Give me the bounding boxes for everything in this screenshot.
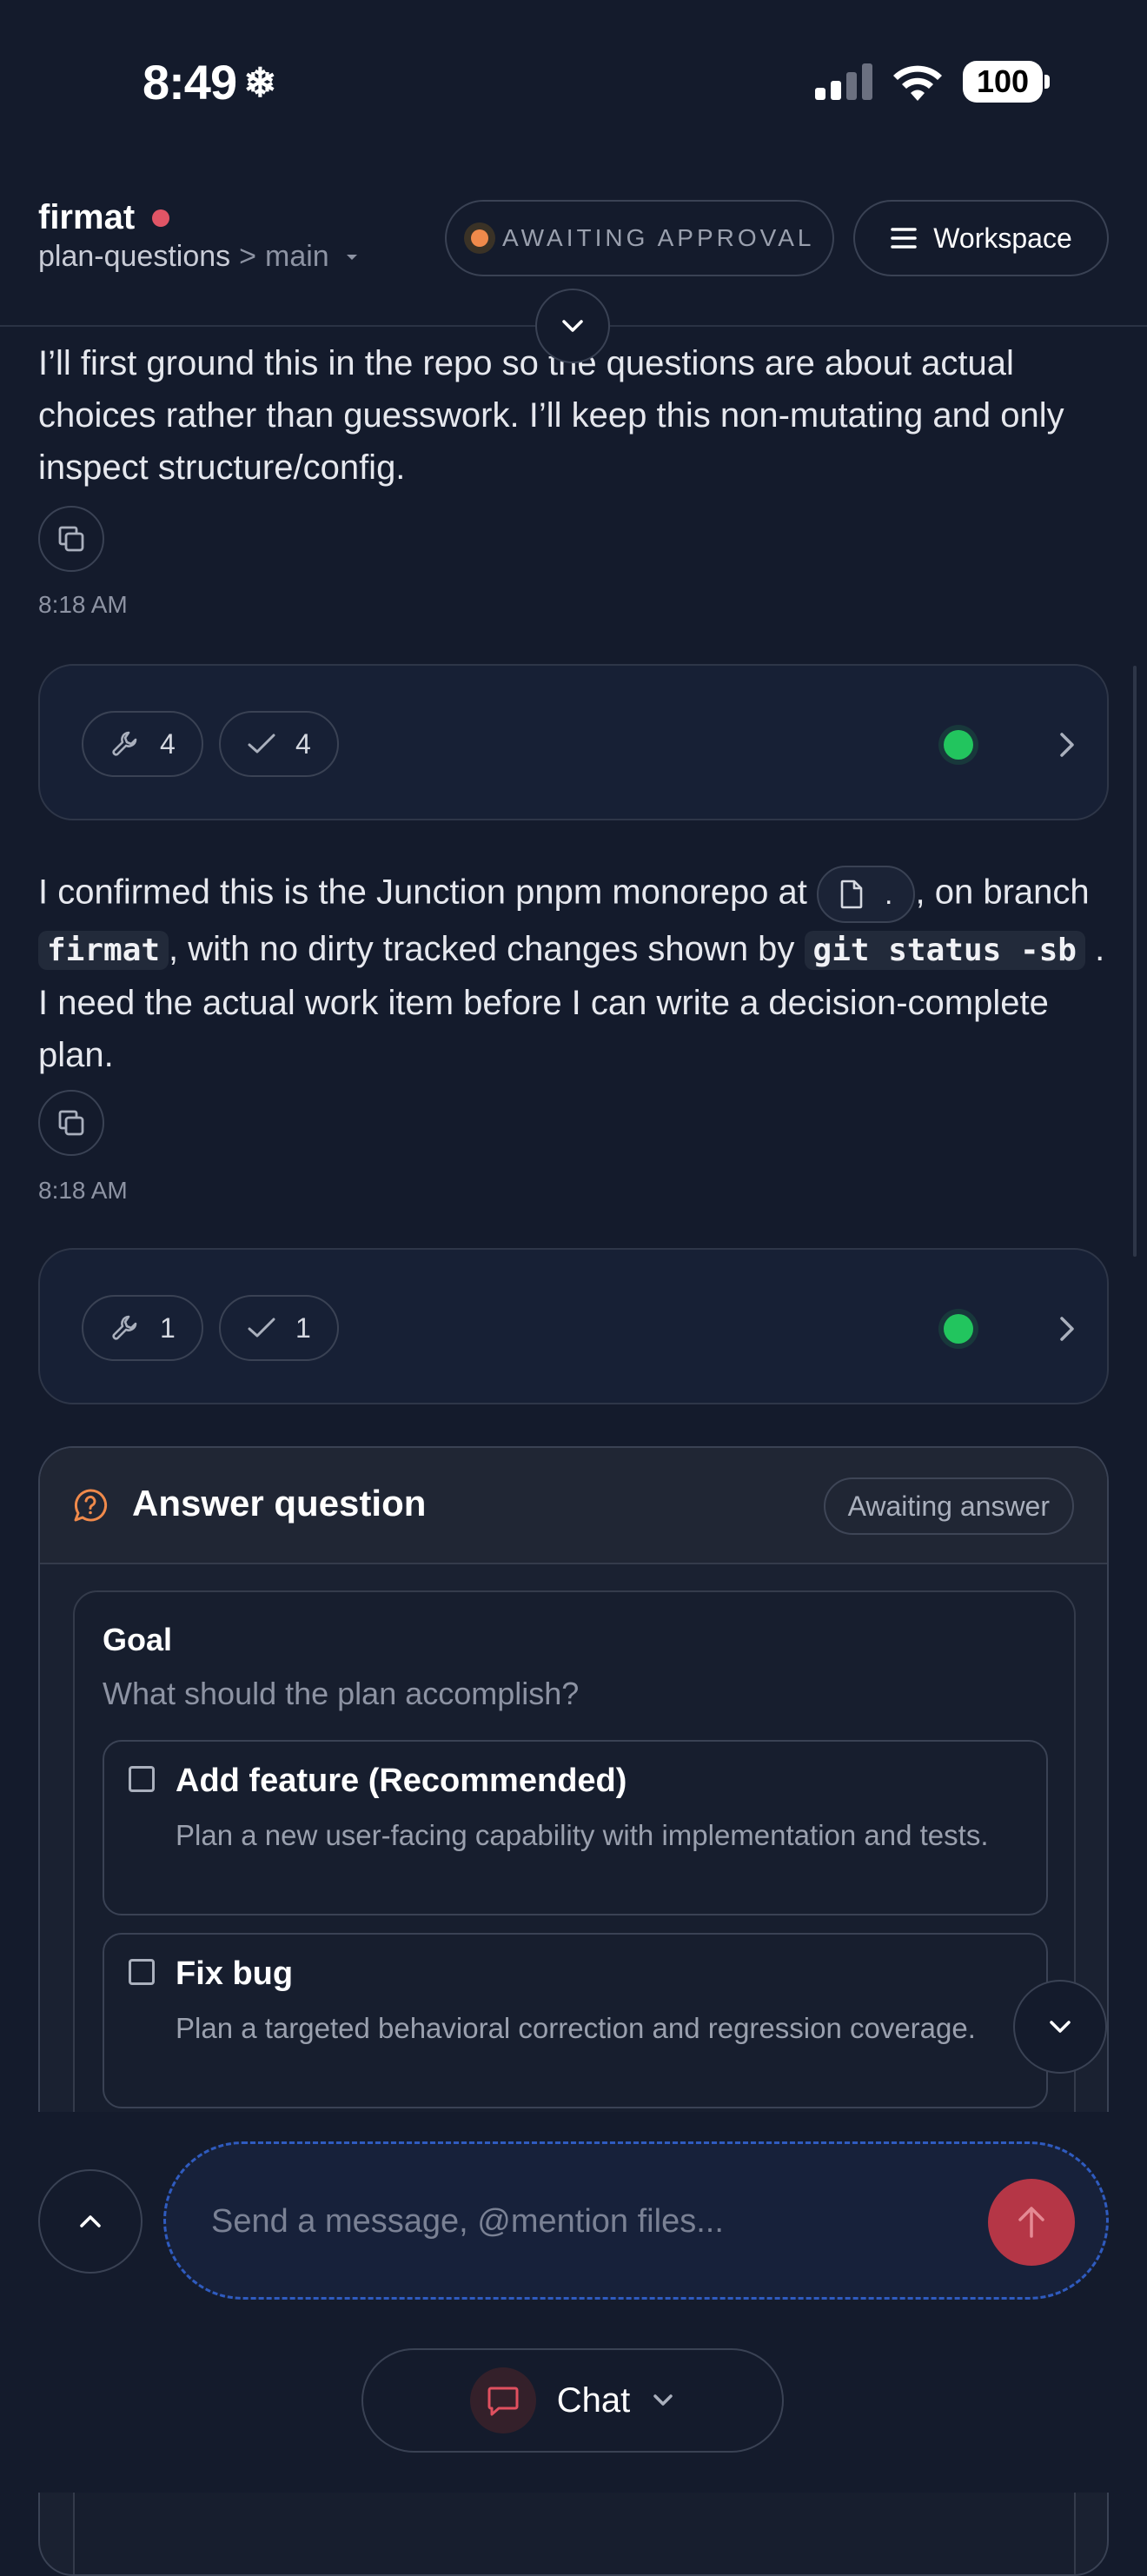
status-time: 8:49 ❄ [143, 55, 277, 110]
scrollbar[interactable] [1133, 666, 1137, 1257]
answer-option[interactable]: Add feature (Recommended) Plan a new use… [103, 1740, 1048, 1915]
tool-activity-card[interactable]: 1 1 [38, 1248, 1109, 1404]
copy-icon [58, 1110, 84, 1136]
wrench-icon [112, 731, 137, 756]
question-label: Goal [103, 1622, 173, 1657]
collapse-header-button[interactable] [535, 289, 610, 363]
option-checkbox[interactable] [129, 1959, 155, 1985]
message-timestamp: 8:18 AM [38, 591, 128, 618]
question-card-header: Answer question Awaiting answer [40, 1448, 1107, 1564]
option-title: Fix bug [176, 1955, 294, 1992]
snowflake-icon: ❄ [243, 59, 277, 105]
question-bubble-icon [74, 1489, 108, 1522]
tool-activity-card[interactable]: 4 4 [38, 664, 1109, 820]
chevron-down-icon [653, 2394, 673, 2406]
battery-icon: 100 [963, 61, 1050, 103]
chat-bubble-icon [469, 2367, 536, 2433]
branch-selector[interactable]: plan-questions > main [38, 240, 361, 274]
check-icon [248, 1318, 275, 1338]
wrench-icon [112, 1315, 137, 1340]
question-prompt: What should the plan accomplish? [103, 1676, 580, 1711]
copy-button[interactable] [38, 506, 104, 572]
inline-code: firmat [38, 931, 169, 970]
chevron-up-icon [80, 2215, 101, 2227]
expand-button[interactable] [38, 2169, 143, 2274]
file-icon [840, 880, 863, 909]
file-reference-chip[interactable]: . [817, 866, 916, 923]
copy-button[interactable] [38, 1090, 104, 1156]
mode-selector-button[interactable]: Chat [361, 2348, 784, 2453]
status-badge: Awaiting answer [823, 1477, 1074, 1535]
chevron-down-icon [562, 320, 583, 332]
send-button[interactable] [988, 2179, 1075, 2266]
chevron-right-icon [1060, 1317, 1074, 1341]
chevron-right-icon [1060, 733, 1074, 757]
message-input-wrapper [163, 2141, 1109, 2300]
check-count-chip[interactable]: 4 [219, 711, 339, 777]
status-pill[interactable]: AWAITING APPROVAL [445, 200, 834, 276]
option-description: Plan a new user-facing capability with i… [176, 1819, 989, 1851]
message-input[interactable] [209, 2144, 908, 2299]
tool-count-chip[interactable]: 4 [82, 711, 203, 777]
option-title: Add feature (Recommended) [176, 1763, 627, 1799]
arrow-up-icon [1018, 2207, 1044, 2238]
project-name[interactable]: firmat [38, 198, 170, 237]
workspace-button[interactable]: Workspace [853, 200, 1109, 276]
status-icons: 100 [815, 61, 1050, 103]
question-title: Answer question [132, 1483, 427, 1524]
status-dot [464, 222, 495, 254]
check-icon [248, 734, 275, 754]
scroll-to-bottom-button[interactable] [1013, 1980, 1107, 2074]
answer-option[interactable]: Fix bug Plan a targeted behavioral corre… [103, 1933, 1048, 2108]
option-description: Plan a targeted behavioral correction an… [176, 2012, 976, 2044]
menu-icon [891, 228, 918, 249]
assistant-message: I confirmed this is the Junction pnpm mo… [38, 866, 1116, 1081]
signal-icon [815, 63, 872, 100]
success-status-dot [944, 730, 973, 760]
option-checkbox[interactable] [129, 1766, 155, 1792]
tool-count-chip[interactable]: 1 [82, 1295, 203, 1361]
wifi-icon [893, 65, 942, 101]
unsaved-dot [152, 209, 170, 227]
chevron-down-icon [1050, 2021, 1071, 2033]
inline-code: git status -sb [804, 931, 1085, 970]
success-status-dot [944, 1314, 973, 1344]
check-count-chip[interactable]: 1 [219, 1295, 339, 1361]
message-timestamp: 8:18 AM [38, 1177, 128, 1204]
caret-down-icon [346, 254, 357, 260]
copy-icon [58, 526, 84, 552]
